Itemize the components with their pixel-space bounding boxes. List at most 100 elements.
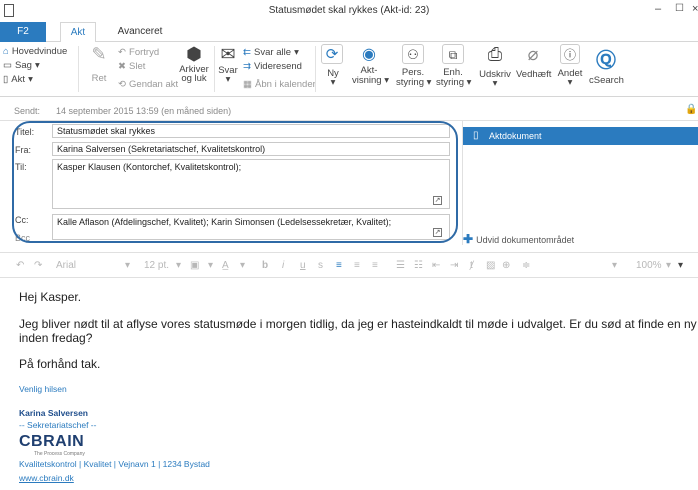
aktdokument-item[interactable]: ▯ Aktdokument	[463, 127, 698, 145]
symbol-icon[interactable]: ≑	[522, 260, 530, 271]
increase-indent-icon[interactable]: ⇥	[450, 260, 458, 271]
greeting: Hej Kasper.	[19, 290, 82, 304]
ny-button[interactable]: ⟳ Ny ▾	[321, 44, 345, 87]
tab-f2[interactable]: F2	[0, 22, 46, 42]
chevron-down-icon: ▾	[28, 74, 33, 85]
enh-styring-button[interactable]: ⧉ Enh. styring ▾	[436, 44, 472, 88]
slet-label: Slet	[129, 61, 146, 72]
lock-icon: 🔒	[685, 104, 698, 115]
slet-button[interactable]: ✖ Slet	[118, 60, 145, 72]
italic-icon[interactable]: i	[282, 260, 284, 271]
zoom-select[interactable]: 100%	[636, 260, 662, 271]
chevron-down-icon: ▾	[612, 260, 618, 271]
videresend-label: Videresend	[254, 61, 302, 72]
file-icon: ▯	[3, 74, 9, 85]
font-size-select[interactable]: 12 pt.	[144, 260, 169, 271]
fortryd-button[interactable]: ↶ Fortryd	[118, 46, 159, 58]
delete-icon: ✖	[118, 61, 126, 72]
pers-styring-button[interactable]: ⚇ Pers. styring ▾	[396, 44, 432, 88]
udvid-label: Udvid dokumentområdet	[476, 235, 575, 245]
forward-icon: ⇉	[243, 61, 251, 72]
body-paragraph-line-2: inden fredag?	[19, 331, 93, 345]
calendar-icon: ▦	[243, 79, 252, 90]
andet-button[interactable]: ⓘ Andet ▾	[556, 44, 584, 87]
ribbon: ⌂ Hovedvindue ▭ Sag ▾ ▯ Akt ▾ ✎ Ret ↶ Fo…	[0, 42, 698, 97]
aabn-i-kalender-button[interactable]: ▦ Åbn i kalender	[243, 78, 316, 90]
image-icon[interactable]: ▨	[486, 260, 495, 271]
ret-label: Ret	[91, 73, 107, 84]
clear-format-icon[interactable]: ⱦ	[470, 260, 473, 271]
numbered-list-icon[interactable]: ☷	[414, 260, 423, 271]
udvid-dokumentomraadet-button[interactable]: ✚ Udvid dokumentområdet	[463, 232, 574, 246]
link-icon[interactable]: ⊕	[502, 260, 510, 271]
signature-address: Kvalitetskontrol | Kvalitet | Vejnavn 1 …	[19, 459, 210, 469]
videresend-button[interactable]: ⇉ Videresend	[243, 60, 302, 72]
sent-label: Sendt:	[14, 106, 41, 116]
align-left-icon[interactable]: ≡	[336, 260, 342, 271]
new-icon: ⟳	[321, 44, 343, 64]
enh-label-2: styring ▾	[436, 77, 472, 88]
akt-label: Akt	[11, 74, 26, 85]
chevron-down-icon[interactable]: ▾	[678, 260, 683, 271]
window-title: Statusmødet skal rykkes (Akt-id: 23)	[268, 5, 430, 16]
vedhaeft-button[interactable]: ⌀ Vedhæft	[516, 44, 551, 80]
underline-icon[interactable]: u	[300, 260, 306, 271]
arkiver-og-luk-button[interactable]: ⬢ Arkiver og luk	[176, 44, 212, 84]
undo-icon[interactable]: ↶	[16, 260, 24, 271]
hovedvindue-button[interactable]: ⌂ Hovedvindue	[3, 45, 67, 57]
csearch-button[interactable]: Ⓠ cSearch	[589, 44, 624, 86]
pers-styring-text: styring	[396, 77, 424, 88]
org-chart-icon: ⧉	[442, 44, 464, 64]
message-body[interactable]: Hej Kasper. Jeg bliver nødt til at aflys…	[0, 279, 698, 490]
font-select[interactable]: Arial	[56, 260, 76, 271]
chevron-down-icon: ▾	[225, 74, 231, 85]
gendan-akt-label: Gendan akt	[129, 79, 179, 90]
pers-label-2: styring ▾	[396, 77, 432, 88]
og-luk-label: og luk	[181, 73, 207, 84]
document-pane: ▯ Aktdokument ✚ Udvid dokumentområdet	[462, 121, 698, 246]
font-color-icon[interactable]: A̲	[222, 260, 229, 271]
decrease-indent-icon[interactable]: ⇤	[432, 260, 440, 271]
bulleted-list-icon[interactable]: ☰	[396, 260, 405, 271]
hovedvindue-label: Hovedvindue	[11, 46, 68, 57]
tab-avanceret[interactable]: Avanceret	[108, 22, 172, 42]
highlight-color-icon[interactable]: ▣	[190, 260, 199, 271]
reply-all-icon: ⇇	[243, 47, 251, 58]
body-paragraph-line-1: Jeg bliver nødt til at aflyse vores stat…	[19, 317, 698, 331]
svar-button[interactable]: ✉ Svar ▾	[217, 44, 239, 85]
sent-value: 14 september 2015 13:59 (en måned siden)	[56, 106, 232, 116]
signature-title: -- Sekretariatschef --	[19, 420, 97, 430]
format-toolbar: ↶ ↷ Arial ▾ 12 pt. ▾ ▣ ▾ A̲ ▾ b i u s ≡ …	[0, 252, 698, 278]
svar-alle-button[interactable]: ⇇ Svar alle ▾	[243, 46, 299, 58]
people-icon: ⚇	[402, 44, 424, 64]
gendan-akt-button[interactable]: ⟲ Gendan akt	[118, 78, 178, 90]
minimize-button[interactable]: –	[655, 3, 661, 15]
ribbon-divider	[78, 46, 79, 92]
ribbon-divider	[214, 46, 215, 92]
ret-button[interactable]: ✎ Ret	[86, 44, 112, 84]
align-center-icon[interactable]: ≡	[354, 260, 360, 271]
akt-visning-button[interactable]: ◉ Akt- visning ▾	[352, 44, 389, 86]
printer-icon: ⎙	[487, 44, 503, 64]
edit-icon: ✎	[91, 44, 107, 64]
akt-visning-label-2: visning ▾	[352, 75, 389, 86]
website-link[interactable]: www.cbrain.dk	[19, 473, 74, 483]
tab-akt[interactable]: Akt	[60, 22, 96, 43]
align-right-icon[interactable]: ≡	[372, 260, 378, 271]
chevron-down-icon: ▾	[208, 260, 214, 271]
maximize-button[interactable]: ☐	[675, 3, 684, 14]
akt-visning-text: visning	[352, 75, 382, 86]
aabn-i-kalender-label: Åbn i kalender	[255, 79, 316, 90]
chevron-down-icon: ▾	[125, 260, 131, 271]
header-highlight-outline	[12, 121, 458, 243]
bold-icon[interactable]: b	[262, 260, 268, 271]
strikethrough-icon[interactable]: s	[318, 260, 323, 271]
sag-dropdown[interactable]: ▭ Sag ▾	[3, 59, 40, 71]
close-button[interactable]: ×	[692, 3, 698, 15]
plus-icon: ✚	[463, 232, 474, 246]
csearch-icon: Ⓠ	[596, 50, 616, 72]
udskriv-button[interactable]: ⎙ Udskriv ▾	[479, 44, 511, 88]
akt-dropdown[interactable]: ▯ Akt ▾	[3, 73, 33, 85]
redo-icon[interactable]: ↷	[34, 260, 42, 271]
title-bar: Statusmødet skal rykkes (Akt-id: 23) – ☐…	[0, 0, 698, 22]
